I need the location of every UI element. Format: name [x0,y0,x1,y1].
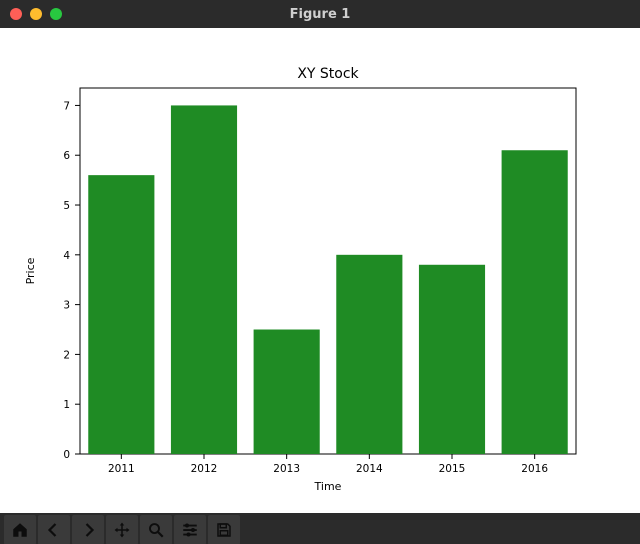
home-icon [11,521,29,539]
figure-canvas: 2011 2012 2013 2014 2015 2016 0 1 2 3 4 5 6 7 XY Sto… [0,28,640,513]
x-tick-label: 2011 [108,463,135,475]
y-tick-label: 0 [63,449,70,461]
x-tick-label: 2014 [356,463,383,475]
bar [171,105,237,454]
y-tick-label: 4 [63,250,70,262]
figure-window: Figure 1 2011 2012 2013 2014 2015 2016 0 1 2 3 4 5… [0,0,640,544]
y-tick-label: 2 [63,349,70,361]
forward-button[interactable] [72,515,104,544]
y-tick-label: 3 [63,300,70,312]
bar [254,330,320,454]
save-button[interactable] [208,515,240,544]
y-tick-label: 1 [63,399,70,411]
y-tick-label: 7 [63,100,70,112]
chart: 2011 2012 2013 2014 2015 2016 0 1 2 3 4 5 6 7 XY Sto… [0,28,640,510]
bar [336,255,402,454]
close-icon[interactable] [10,8,22,20]
home-button[interactable] [4,515,36,544]
zoom-button[interactable] [140,515,172,544]
y-tick-label: 5 [63,200,70,212]
bars [88,105,567,454]
window-title: Figure 1 [0,7,640,22]
y-axis-label: Price [24,257,37,284]
y-tick-label: 6 [63,150,70,162]
x-tick-label: 2015 [439,463,466,475]
forward-icon [79,521,97,539]
configure-icon [181,521,199,539]
zoom-icon [147,521,165,539]
bar [419,265,485,454]
matplotlib-toolbar [0,513,640,544]
pan-icon [113,521,131,539]
x-tick-label: 2012 [191,463,218,475]
y-ticks: 0 1 2 3 4 5 6 7 [63,100,80,461]
maximize-icon[interactable] [50,8,62,20]
bar [88,175,154,454]
minimize-icon[interactable] [30,8,42,20]
configure-subplots-button[interactable] [174,515,206,544]
pan-button[interactable] [106,515,138,544]
x-ticks: 2011 2012 2013 2014 2015 2016 [108,454,548,475]
x-tick-label: 2016 [521,463,548,475]
x-axis-label: Time [314,480,342,493]
window-controls [10,8,62,20]
save-icon [215,521,233,539]
bar [502,150,568,454]
back-button[interactable] [38,515,70,544]
chart-title: XY Stock [297,66,359,82]
back-icon [45,521,63,539]
x-tick-label: 2013 [273,463,300,475]
titlebar: Figure 1 [0,0,640,28]
